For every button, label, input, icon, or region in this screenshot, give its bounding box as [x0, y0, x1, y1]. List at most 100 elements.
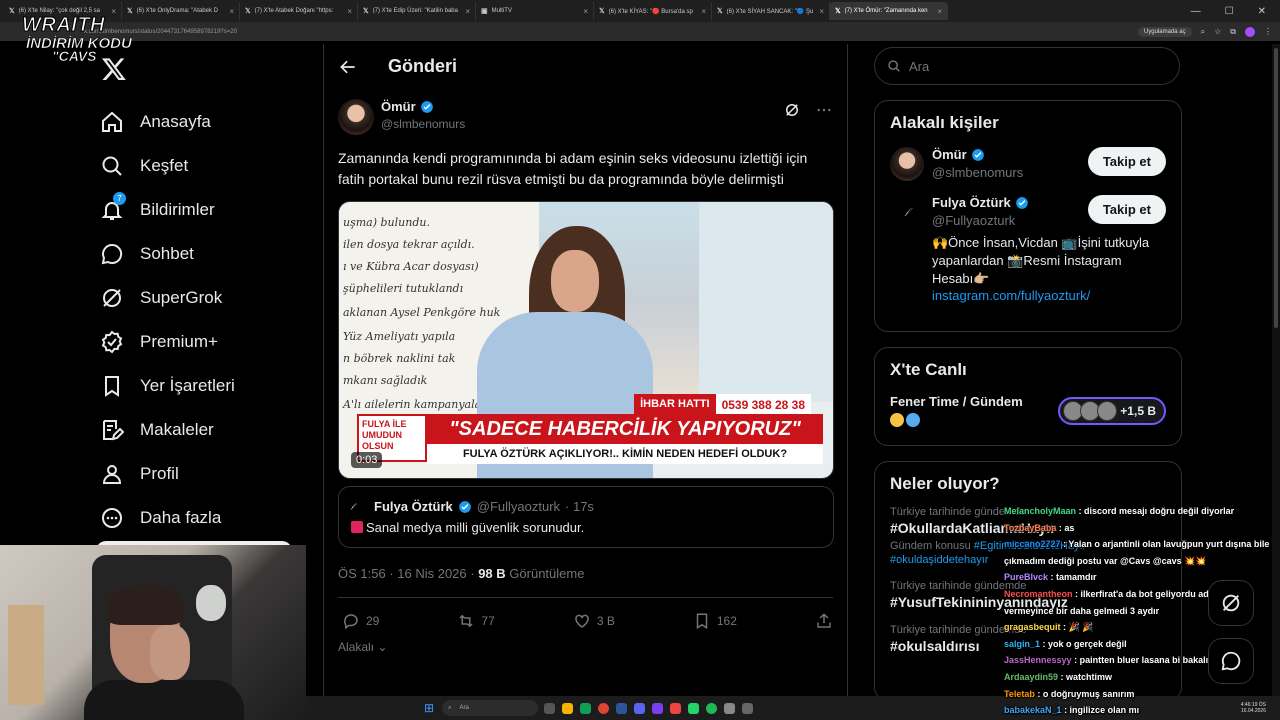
- bookmark-button[interactable]: 162: [693, 612, 737, 630]
- close-tab-icon[interactable]: ×: [229, 7, 234, 16]
- menu-icon[interactable]: ⋮: [1264, 27, 1272, 36]
- discord-icon[interactable]: [634, 702, 646, 714]
- follow-button[interactable]: Takip et: [1087, 147, 1166, 176]
- chat-username: JassHennessyy: [1004, 655, 1072, 666]
- nav-item-explore[interactable]: Keşfet: [98, 144, 235, 188]
- post-video[interactable]: uşma) bulundu. ilen dosya tekrar açıldı.…: [338, 201, 834, 479]
- repost-button[interactable]: 77: [457, 612, 495, 630]
- nav-item-chat[interactable]: Sohbet: [98, 232, 235, 276]
- board-line: şüphelileri tutuklandı: [343, 282, 464, 295]
- like-button[interactable]: 3 B: [573, 612, 615, 630]
- browser-tab[interactable]: 𝕏 (6) X'te KİYAS: "🔴 Bursa'da sp ×: [594, 2, 712, 20]
- close-tab-icon[interactable]: ×: [347, 7, 352, 16]
- trend-subtag: #okuldaşiddetehayır: [890, 554, 989, 566]
- browser-tab[interactable]: 𝕏 (7) X'te Edip Üzeri: "Katilin baba ×: [358, 2, 476, 20]
- minimize-icon[interactable]: —: [1191, 6, 1201, 17]
- windows-start-icon[interactable]: ⊞: [424, 701, 434, 715]
- x-favicon: 𝕏: [363, 8, 369, 15]
- author-name[interactable]: Ömür: [381, 99, 416, 114]
- chat-icon: [98, 240, 126, 268]
- live-space[interactable]: Fener Time / Gündem +1,5 B: [890, 394, 1166, 427]
- trend-context-label: Gündem konusu: [890, 540, 971, 552]
- repost-count: 77: [481, 614, 495, 628]
- quote-avatar: 𝒻: [351, 502, 355, 510]
- quoted-post[interactable]: 𝒻 Fulya Öztürk @Fullyaozturk · 17s Sanal…: [338, 486, 834, 548]
- grok-explain-icon[interactable]: [783, 101, 801, 119]
- open-in-app-button[interactable]: Uygulamada aç: [1137, 26, 1192, 37]
- author-avatar[interactable]: [338, 99, 374, 135]
- board-line: Yüz Ameliyatı yapıla: [343, 330, 456, 343]
- sponsor-overlay: WRAITH İNDİRİM KODU "CAVS: [22, 14, 133, 76]
- webcam-person-hand: [150, 625, 190, 680]
- nav-item-bookmarks[interactable]: Yer İşaretleri: [98, 364, 235, 408]
- person-link[interactable]: instagram.com/fullyaozturk/: [932, 288, 1162, 303]
- nav-item-profile[interactable]: Profil: [98, 452, 235, 496]
- file-explorer-icon[interactable]: [562, 702, 574, 714]
- chat-username: salgin_1: [1004, 638, 1041, 649]
- post-header: Gönderi: [324, 44, 847, 89]
- search-input[interactable]: Ara: [874, 47, 1180, 85]
- profile-icon: [98, 460, 126, 488]
- post-column: Gönderi Ömür @slmbenomurs Zamanında kend…: [323, 44, 848, 696]
- nav-item-more[interactable]: Daha fazla: [98, 496, 235, 540]
- related-person[interactable]: 𝒻 Fulya Öztürk @Fullyaozturk 🙌Önce İnsan…: [890, 195, 1166, 303]
- app-icon[interactable]: [742, 702, 754, 714]
- nav-item-notifications[interactable]: 7 Bildirimler: [98, 188, 235, 232]
- reply-button[interactable]: 29: [342, 612, 379, 630]
- nav-item-articles[interactable]: Makaleler: [98, 408, 235, 452]
- webcam-feed: [0, 545, 306, 720]
- board-line: mkanı sağladık: [343, 374, 428, 387]
- app-icon[interactable]: [670, 702, 682, 714]
- close-tab-icon[interactable]: ×: [819, 7, 824, 16]
- follow-button[interactable]: Takip et: [1087, 195, 1166, 224]
- related-person[interactable]: Ömür @slmbenomurs Takip et: [890, 147, 1166, 181]
- notification-badge: 7: [113, 192, 126, 205]
- nav-item-home[interactable]: Anasayfa: [98, 100, 235, 144]
- maximize-icon[interactable]: ☐: [1225, 6, 1234, 17]
- browser-tab[interactable]: 𝕏 (6) X'te SİYAH SANCAK: "🔵 Şu ×: [712, 2, 830, 20]
- articles-icon: [98, 416, 126, 444]
- taskview-icon[interactable]: [544, 702, 556, 714]
- profile-avatar[interactable]: [1245, 26, 1255, 37]
- share-button[interactable]: [815, 612, 833, 630]
- close-tab-icon[interactable]: ×: [465, 7, 470, 16]
- live-listeners-pill[interactable]: +1,5 B: [1058, 396, 1166, 425]
- quote-author-handle: @Fullyaozturk: [476, 499, 561, 514]
- browser-tab[interactable]: 𝕏 (7) X'te Atabek Doğanı "https: ×: [240, 2, 358, 20]
- extensions-icon[interactable]: ⧉: [1230, 27, 1236, 37]
- close-window-icon[interactable]: ✕: [1258, 6, 1266, 17]
- spotify-icon[interactable]: [706, 702, 718, 714]
- grok-floating-button[interactable]: [1208, 580, 1254, 626]
- browser-icon[interactable]: [598, 702, 610, 714]
- person-name-row: Ömür: [932, 147, 1023, 162]
- quote-time: · 17s: [565, 499, 594, 514]
- reply-sort-dropdown[interactable]: Alakalı ⌄: [338, 640, 833, 654]
- browser-tab[interactable]: 𝕏 (6) X'te OnlyDrama: "Atabek D ×: [122, 2, 240, 20]
- scrollbar-thumb[interactable]: [1274, 48, 1278, 328]
- app-icon[interactable]: [688, 702, 700, 714]
- browser-tab-active[interactable]: 𝕏 (7) X'te Ömür: "Zamanında ken ×: [830, 2, 948, 20]
- close-tab-icon[interactable]: ×: [701, 7, 706, 16]
- nav-item-premium[interactable]: Premium+: [98, 320, 235, 364]
- chat-username: TozbayBaba: [1004, 522, 1057, 533]
- taskbar-search[interactable]: ⌕ Ara: [442, 700, 539, 716]
- star-icon[interactable]: ☆: [1214, 27, 1221, 36]
- close-tab-icon[interactable]: ×: [583, 7, 588, 16]
- nav-item-supergrok[interactable]: SuperGrok: [98, 276, 235, 320]
- zoom-icon[interactable]: ⌕: [1201, 27, 1205, 37]
- chat-message: Teletab : o doğruymuş sanırım: [1004, 686, 1280, 703]
- close-tab-icon[interactable]: ×: [937, 7, 942, 16]
- author-handle[interactable]: @slmbenomurs: [381, 117, 465, 131]
- verified-badge-icon: [420, 100, 433, 113]
- app-icon[interactable]: [652, 702, 664, 714]
- more-options-icon[interactable]: [815, 101, 833, 119]
- chat-username: gragasbequit: [1004, 622, 1061, 633]
- app-icon[interactable]: [616, 702, 628, 714]
- chrome-icon[interactable]: [580, 702, 592, 714]
- post-time[interactable]: ÖS 1:56 · 16 Nis 2026 ·: [338, 566, 475, 581]
- messages-floating-button[interactable]: [1208, 638, 1254, 684]
- browser-tab[interactable]: ▣ MultiTV ×: [476, 2, 594, 20]
- chat-text: : as: [1058, 522, 1075, 533]
- back-arrow-icon[interactable]: [338, 57, 358, 77]
- app-icon[interactable]: [724, 702, 736, 714]
